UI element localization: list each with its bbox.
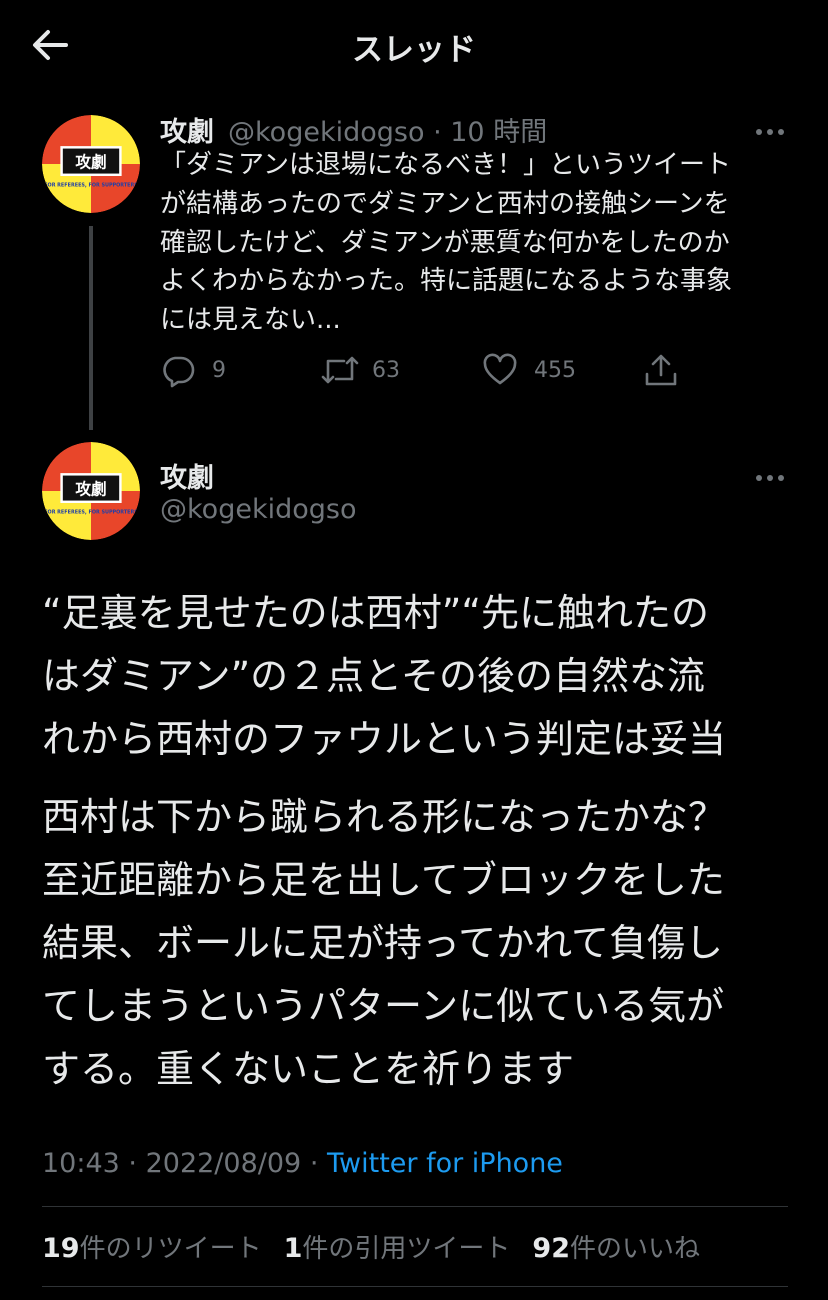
avatar[interactable]: 攻劇 FOR REFEREES, FOR SUPPORTERS [42,115,140,213]
avatar-tagline: FOR REFEREES, FOR SUPPORTERS [44,183,138,189]
retweets-label: 件のリツイート [79,1234,262,1264]
like-button[interactable]: 455 [482,352,592,392]
retweet-count: 63 [372,358,400,383]
avatar-label: 攻劇 [75,479,106,498]
source-link[interactable]: Twitter for iPhone [327,1148,563,1179]
text-line: する。重くないことを祈ります [42,1047,575,1091]
engagement-stats: 19件のリツイート 1件の引用ツイート 92件のいいね [42,1228,700,1265]
like-icon [483,353,517,385]
quotes-label: 件の引用ツイート [302,1234,511,1264]
tweet-text-paragraph-2: 西村は下から蹴られる形になったかな？ 至近距離から足を出してブロックをした 結果… [42,786,802,1101]
text-line: 結果、ボールに足が持ってかれて負傷し [42,921,723,965]
quotes-count: 1 [283,1233,303,1264]
text-line: てしまうというパターンに似ている気が [42,984,725,1028]
timestamp[interactable]: 10 時間 [450,117,547,148]
likes-label: 件のいいね [569,1234,700,1264]
text-line: 至近距離から足を出してブロックをした [42,858,725,902]
text-line: には見えない... [160,305,341,336]
reply-button[interactable]: 9 [160,352,250,392]
text-line: 「ダミアンは退場になるべき！」というツイート [160,150,731,180]
retweet-button[interactable]: 63 [320,352,430,392]
likes-count: 92 [532,1233,570,1264]
top-bar: スレッド [0,0,828,90]
author-name[interactable]: 攻劇 [160,110,214,149]
author-handle[interactable]: @kogekidogso [228,117,424,148]
text-line: 確認したけど、ダミアンが悪質な何かをしたのか [160,227,730,258]
avatar[interactable]: 攻劇 FOR REFEREES, FOR SUPPORTERS [42,442,140,540]
text-line: “足裏を見せたのは西村”“先に触れたの [42,591,710,635]
divider [42,1286,788,1287]
author-name[interactable]: 攻劇 [160,456,214,495]
avatar-tagline: FOR REFEREES, FOR SUPPORTERS [44,510,138,516]
author-handle[interactable]: @kogekidogso [160,494,356,525]
more-icon[interactable] [755,468,785,481]
retweet-icon [321,356,359,384]
thread-line [89,226,93,430]
page-title: スレッド [352,32,476,68]
likes-stat[interactable]: 92件のいいね [532,1233,700,1264]
tweet-text: 「ダミアンは退場になるべき！」というツイート が結構あったのでダミアンと西村の接… [160,146,800,340]
separator: · [433,117,442,148]
quotes-stat[interactable]: 1件の引用ツイート [283,1233,511,1264]
text-line: 西村は下から蹴られる形になったかな？ [42,795,727,839]
retweets-count: 19 [42,1233,80,1264]
retweets-stat[interactable]: 19件のリツイート [42,1233,262,1264]
separator: · [309,1148,319,1179]
text-line: よくわからなかった。特に話題になるような事象 [160,266,733,297]
tweet-meta: 10:43 · 2022/08/09 · Twitter for iPhone [42,1148,563,1179]
avatar-label: 攻劇 [75,152,106,171]
share-icon [645,354,677,386]
text-line: はダミアン”の２点とその後の自然な流 [42,654,706,698]
more-icon[interactable] [755,122,785,135]
separator: · [128,1148,137,1179]
tweet-text-paragraph-1: “足裏を見せたのは西村”“先に触れたの はダミアン”の２点とその後の自然な流 れ… [42,582,802,771]
text-line: れから西村のファウルという判定は妥当 [42,717,727,761]
reply-count: 9 [212,358,226,383]
share-button[interactable] [643,352,679,392]
divider [42,1206,788,1207]
text-line: が結構あったのでダミアンと西村の接触シーンを [160,188,730,219]
like-count: 455 [534,358,576,383]
tweet-date[interactable]: 2022/08/09 [146,1148,302,1179]
tweet-time[interactable]: 10:43 [42,1148,120,1179]
reply-icon [163,356,195,388]
